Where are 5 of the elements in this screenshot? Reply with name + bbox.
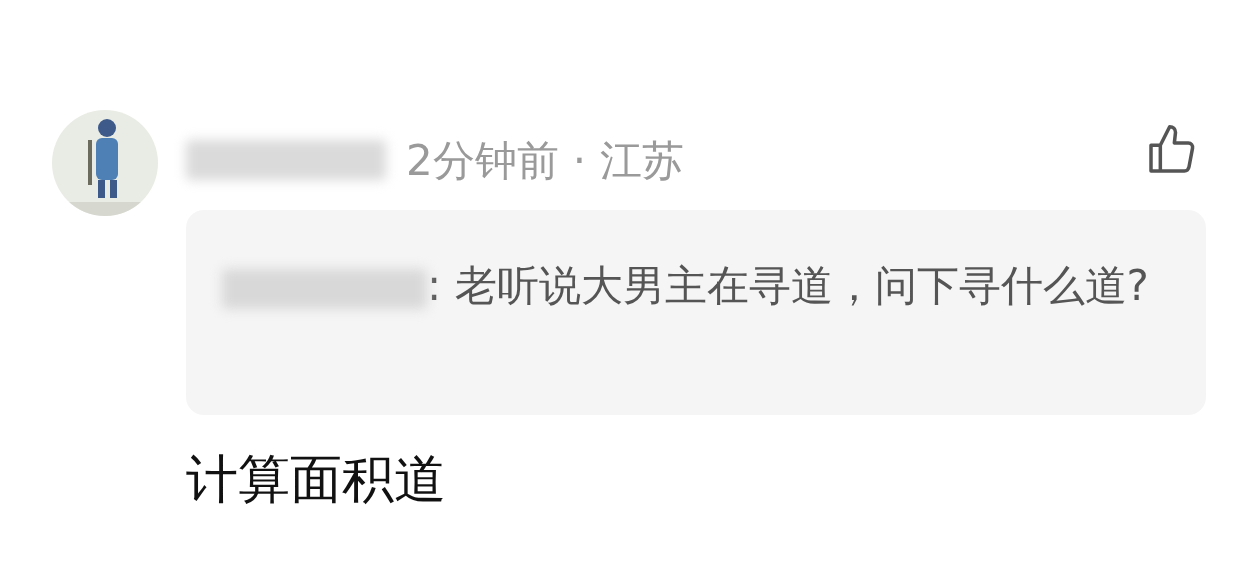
comment-location: 江苏: [600, 134, 685, 187]
reply-text: 计算面积道: [186, 448, 447, 511]
separator: ·: [572, 134, 587, 187]
comment-time: 2分钟前: [406, 134, 559, 187]
quote-text: : 老听说大男主在寻道，问下寻什么道?: [427, 261, 1149, 310]
